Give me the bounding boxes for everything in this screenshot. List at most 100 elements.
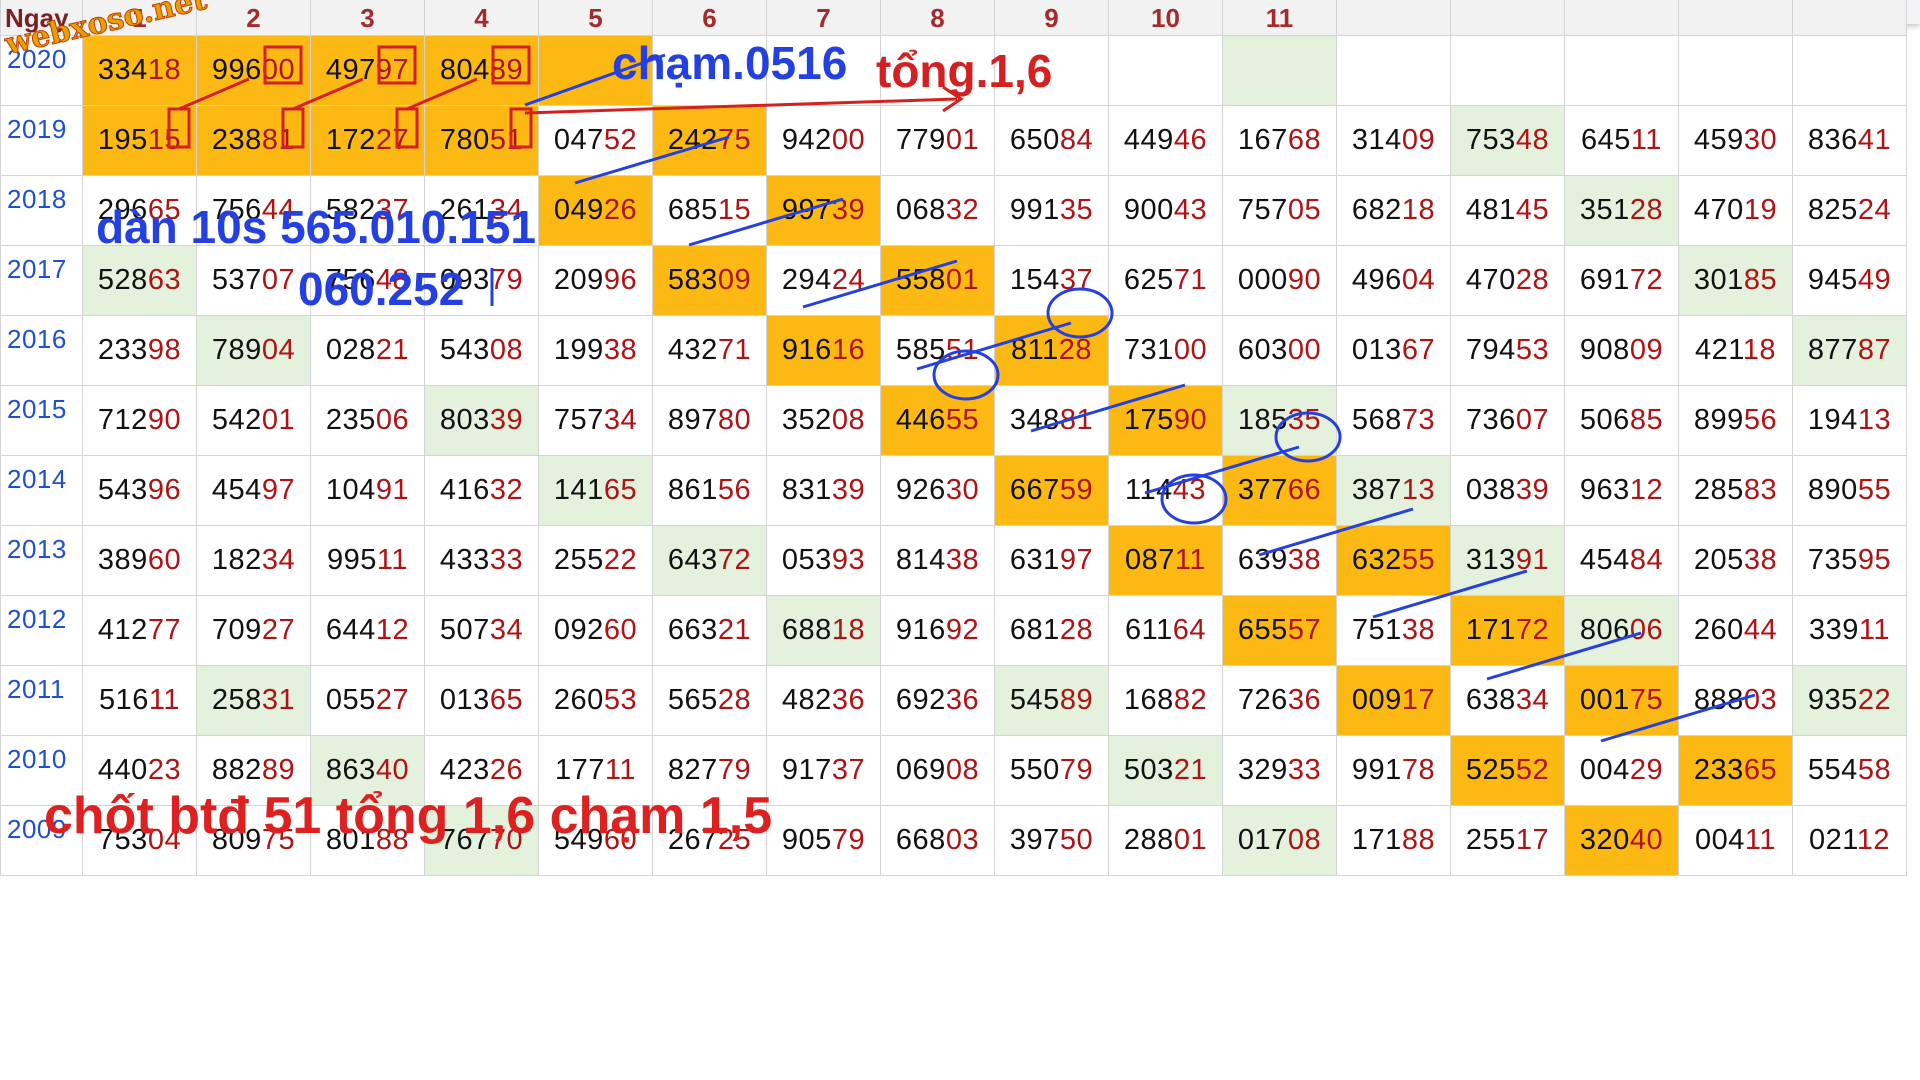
result-cell: 62571 [1108, 245, 1223, 316]
table-row: 2019 19515 23881 17227 78051 04752 24275 94200 7… [0, 105, 1907, 176]
header-col [1564, 0, 1679, 36]
result-cell: 45497 [196, 455, 311, 526]
result-cell: 45484 [1564, 525, 1679, 596]
table-row: 2012 41277 70927 64412 50734 09260 66321 68818 9… [0, 595, 1907, 666]
result-cell: 52552 [1450, 735, 1565, 806]
year-cell: 2014 [0, 455, 83, 526]
result-cell: 73100 [1108, 315, 1223, 386]
result-cell: 44655 [880, 385, 995, 456]
result-cell: 73607 [1450, 385, 1565, 456]
year-cell: 2017 [0, 245, 83, 316]
result-cell: 38960 [82, 525, 197, 596]
result-cell: 50321 [1108, 735, 1223, 806]
result-cell: 53707 [196, 245, 311, 316]
year-cell: 2015 [0, 385, 83, 456]
result-cell: 20996 [538, 245, 653, 316]
table-row: 2013 38960 18234 99511 43333 25522 64372 05393 8… [0, 525, 1907, 596]
header-col [1450, 0, 1565, 36]
result-cell: 19938 [538, 315, 653, 386]
result-cell: 11443 [1108, 455, 1223, 526]
result-cell: 26053 [538, 665, 653, 736]
result-cell: 71290 [82, 385, 197, 456]
result-cell: 50685 [1564, 385, 1679, 456]
result-cell: 90579 [766, 805, 881, 876]
result-cell: 19515 [82, 105, 197, 176]
result-cell: 91737 [766, 735, 881, 806]
result-cell [1450, 35, 1565, 106]
result-cell: 20538 [1678, 525, 1793, 596]
result-cell: 15437 [994, 245, 1109, 316]
lottery-stats-page: Ngay 1 2 3 4 5 6 7 8 9 10 11 2020 33418 99600 49797 804… [0, 0, 1920, 1080]
result-cell: 41632 [424, 455, 539, 526]
result-cell: 47019 [1678, 175, 1793, 246]
result-cell: 82524 [1792, 175, 1907, 246]
result-cell [1792, 35, 1907, 106]
result-cell: 66321 [652, 595, 767, 666]
lottery-results-table: Ngay 1 2 3 4 5 6 7 8 9 10 11 2020 33418 99600 49797 804… [0, 0, 1907, 876]
header-col: 7 [766, 0, 881, 36]
result-cell: 68218 [1336, 175, 1451, 246]
table-row: 2015 71290 54201 23506 80339 75734 89780 35208 4… [0, 385, 1907, 456]
result-cell: 08711 [1108, 525, 1223, 596]
year-cell: 2013 [0, 525, 83, 596]
result-cell: 43333 [424, 525, 539, 596]
result-cell: 28583 [1678, 455, 1793, 526]
result-cell: 89780 [652, 385, 767, 456]
result-cell: 64372 [652, 525, 767, 596]
result-cell: 34881 [994, 385, 1109, 456]
result-cell [1108, 35, 1223, 106]
result-cell: 02821 [310, 315, 425, 386]
result-cell: 00090 [1222, 245, 1337, 316]
result-cell: 79453 [1450, 315, 1565, 386]
year-cell: 2011 [0, 665, 83, 736]
result-cell: 23365 [1678, 735, 1793, 806]
result-cell: 18234 [196, 525, 311, 596]
result-cell: 48145 [1450, 175, 1565, 246]
result-cell: 39750 [994, 805, 1109, 876]
header-col: 5 [538, 0, 653, 36]
result-cell: 01367 [1336, 315, 1451, 386]
result-cell: 05393 [766, 525, 881, 596]
year-cell: 2012 [0, 595, 83, 666]
result-cell: 56528 [652, 665, 767, 736]
result-cell: 93522 [1792, 665, 1907, 736]
header-col: 9 [994, 0, 1109, 36]
result-cell: 78051 [424, 105, 539, 176]
table-row: 2011 51611 25831 05527 01365 26053 56528 48236 6… [0, 665, 1907, 736]
result-cell: 06832 [880, 175, 995, 246]
table-header-row: Ngay 1 2 3 4 5 6 7 8 9 10 11 [0, 0, 1907, 36]
header-col: 4 [424, 0, 539, 36]
result-cell: 68818 [766, 595, 881, 666]
result-cell: 99739 [766, 175, 881, 246]
result-cell: 54308 [424, 315, 539, 386]
table-row: 2014 54396 45497 10491 41632 14165 86156 83139 9… [0, 455, 1907, 526]
result-cell: 00429 [1564, 735, 1679, 806]
result-cell: 42118 [1678, 315, 1793, 386]
result-cell: 09260 [538, 595, 653, 666]
result-cell: 63834 [1450, 665, 1565, 736]
header-col [1336, 0, 1451, 36]
result-cell: 17590 [1108, 385, 1223, 456]
result-cell: 43271 [652, 315, 767, 386]
result-cell: 25517 [1450, 805, 1565, 876]
result-cell: 01365 [424, 665, 539, 736]
result-cell: 70927 [196, 595, 311, 666]
result-cell: 64412 [310, 595, 425, 666]
tong-annotation: tổng.1,6 [876, 45, 1053, 97]
result-cell: 17172 [1450, 595, 1565, 666]
result-cell: 14165 [538, 455, 653, 526]
result-cell: 25522 [538, 525, 653, 596]
result-cell: 19413 [1792, 385, 1907, 456]
result-cell: 23881 [196, 105, 311, 176]
result-cell: 68128 [994, 595, 1109, 666]
result-cell: 80606 [1564, 595, 1679, 666]
result-cell: 52863 [82, 245, 197, 316]
result-cell: 01708 [1222, 805, 1337, 876]
header-col [1792, 0, 1907, 36]
result-cell: 91692 [880, 595, 995, 666]
result-cell: 75705 [1222, 175, 1337, 246]
result-cell: 78904 [196, 315, 311, 386]
result-cell: 25831 [196, 665, 311, 736]
result-cell: 89055 [1792, 455, 1907, 526]
result-cell: 16882 [1108, 665, 1223, 736]
